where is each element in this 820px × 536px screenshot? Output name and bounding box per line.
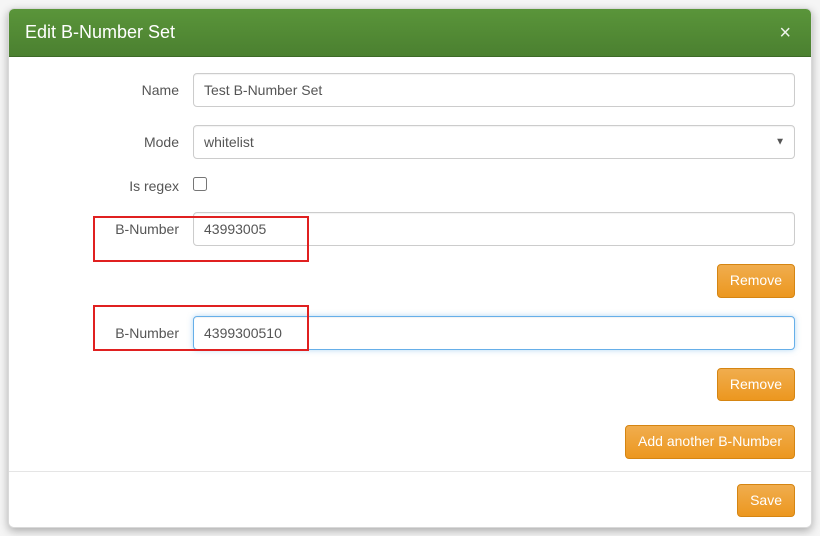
- mode-select[interactable]: whitelist: [193, 125, 795, 159]
- mode-label: Mode: [25, 134, 193, 150]
- row-remove-1: Remove: [25, 368, 795, 402]
- name-input[interactable]: [193, 73, 795, 107]
- row-add: Add another B-Number: [25, 425, 795, 459]
- modal-header: Edit B-Number Set ×: [9, 9, 811, 57]
- bnumber-input-0[interactable]: [193, 212, 795, 246]
- row-name: Name: [25, 73, 795, 107]
- remove-button-1[interactable]: Remove: [717, 368, 795, 402]
- modal-title: Edit B-Number Set: [25, 22, 175, 43]
- edit-bnumber-set-modal: Edit B-Number Set × Name Mode whitelist …: [8, 8, 812, 528]
- row-isregex: Is regex: [25, 177, 795, 194]
- name-label: Name: [25, 82, 193, 98]
- row-remove-0: Remove: [25, 264, 795, 298]
- row-bnumber-0: B-Number: [25, 212, 795, 246]
- bnumber-label: B-Number: [25, 221, 193, 237]
- save-button[interactable]: Save: [737, 484, 795, 518]
- isregex-label: Is regex: [25, 178, 193, 194]
- row-mode: Mode whitelist ▼: [25, 125, 795, 159]
- isregex-checkbox[interactable]: [193, 177, 207, 191]
- bnumber-label: B-Number: [25, 325, 193, 341]
- close-icon[interactable]: ×: [775, 19, 795, 47]
- bnumber-input-1[interactable]: [193, 316, 795, 350]
- row-bnumber-1: B-Number: [25, 316, 795, 350]
- modal-body: Name Mode whitelist ▼ Is regex B-Number: [9, 57, 811, 471]
- remove-button-0[interactable]: Remove: [717, 264, 795, 298]
- modal-footer: Save: [9, 471, 811, 528]
- add-another-bnumber-button[interactable]: Add another B-Number: [625, 425, 795, 459]
